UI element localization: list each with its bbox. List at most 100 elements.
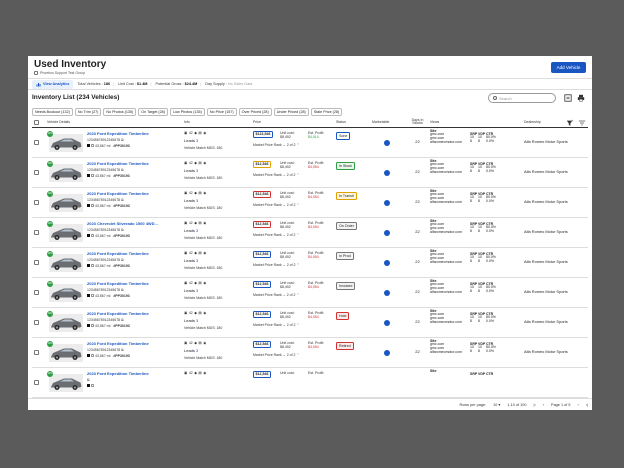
add-vehicle-button[interactable]: Add Vehicle bbox=[551, 62, 586, 73]
leads-count[interactable]: 3 bbox=[196, 198, 198, 203]
price-box[interactable]: $12,546 bbox=[253, 220, 271, 228]
chevron-down-icon[interactable]: ⌄ bbox=[283, 263, 286, 267]
marketable-toggle[interactable] bbox=[384, 199, 390, 206]
leads-count[interactable]: 3 bbox=[196, 138, 198, 143]
vehicle-photo[interactable] bbox=[49, 163, 83, 182]
table-row[interactable]: 13% 2023 Ford Expedition Timberline 123456… bbox=[32, 307, 588, 338]
vehicle-photo[interactable] bbox=[49, 223, 83, 242]
status-badge[interactable]: Sone bbox=[336, 131, 351, 140]
chevron-down-icon[interactable]: ⌄ bbox=[283, 173, 286, 177]
price-box[interactable]: $12,546 bbox=[253, 190, 271, 198]
status-badge[interactable]: On Order bbox=[336, 221, 357, 230]
row-checkbox[interactable] bbox=[34, 229, 39, 235]
last-page-button[interactable]: ›| bbox=[586, 403, 588, 407]
vehicle-name-link[interactable]: 2023 Ford Expedition Timberline bbox=[87, 131, 149, 136]
row-checkbox[interactable] bbox=[34, 379, 39, 385]
export-icon[interactable] bbox=[564, 94, 572, 102]
print-icon[interactable] bbox=[577, 94, 585, 102]
vehicle-photo[interactable] bbox=[49, 193, 83, 212]
vehicle-name-link[interactable]: 2023 Ford Expedition Timberline bbox=[87, 371, 149, 376]
filter-chip[interactable]: Under Priced (28) bbox=[273, 107, 309, 117]
price-box[interactable]: $12,546 bbox=[253, 160, 271, 168]
col-price[interactable]: Price bbox=[252, 118, 335, 128]
leads-count[interactable]: 3 bbox=[196, 288, 198, 293]
marketable-toggle[interactable] bbox=[384, 259, 390, 266]
chevron-up-icon[interactable]: ⌃ bbox=[296, 233, 299, 237]
copy-icon[interactable]: ⧉ bbox=[121, 138, 124, 142]
search-input[interactable]: Search bbox=[488, 93, 556, 103]
vehicle-name-link[interactable]: 2023 Ford Expedition Timberline bbox=[87, 281, 149, 286]
col-days[interactable]: Days In Stocks bbox=[405, 118, 429, 128]
copy-icon[interactable]: ⧉ bbox=[121, 228, 124, 232]
col-vehicle[interactable]: Vehicle Details bbox=[46, 118, 183, 128]
col-status[interactable]: Status bbox=[335, 118, 371, 128]
price-box[interactable]: $12,546 bbox=[253, 250, 271, 258]
vehicle-name-link[interactable]: 2023 Ford Expedition Timberline bbox=[87, 191, 149, 196]
sort-lines-icon[interactable] bbox=[578, 119, 586, 127]
leads-count[interactable]: 3 bbox=[196, 348, 198, 353]
vehicle-photo[interactable] bbox=[49, 343, 83, 362]
table-row[interactable]: 13% 2023 Ford Expedition Timberline ⧉ ▣ 42… bbox=[32, 367, 588, 398]
table-row[interactable]: 13% 2023 Ford Expedition Timberline 123456… bbox=[32, 187, 588, 218]
marketable-toggle[interactable] bbox=[384, 139, 390, 146]
row-checkbox[interactable] bbox=[34, 139, 39, 145]
table-row[interactable]: 13% 2023 Ford Expedition Timberline 123456… bbox=[32, 277, 588, 308]
col-views[interactable]: Views bbox=[429, 118, 469, 128]
status-badge[interactable]: In Prod bbox=[336, 251, 354, 260]
chevron-down-icon[interactable]: ⌄ bbox=[283, 203, 286, 207]
filter-chip[interactable]: Over Priced (28) bbox=[238, 107, 272, 117]
price-box[interactable]: $122,546 bbox=[253, 130, 273, 138]
view-analytics-tab[interactable]: View Analytics bbox=[32, 79, 74, 89]
chevron-down-icon[interactable]: ⌄ bbox=[283, 353, 286, 357]
next-page-button[interactable]: › bbox=[577, 403, 578, 407]
row-checkbox[interactable] bbox=[34, 319, 39, 325]
status-badge[interactable]: Invoiced bbox=[336, 281, 356, 290]
table-row[interactable]: 13% 2023 Ford Expedition Timberline 123456… bbox=[32, 127, 588, 158]
status-badge[interactable]: Hold bbox=[336, 311, 350, 320]
marketable-toggle[interactable] bbox=[384, 319, 390, 326]
marketable-toggle[interactable] bbox=[384, 289, 390, 296]
select-all-checkbox[interactable] bbox=[34, 120, 39, 126]
filter-chip[interactable]: No Photos (135) bbox=[103, 107, 137, 117]
chevron-down-icon[interactable]: ⌄ bbox=[283, 293, 286, 297]
vehicle-name-link[interactable]: 2023 Chevrolet Silverado 1500 4WD... bbox=[87, 221, 158, 226]
filter-chip[interactable]: No Trim (27) bbox=[74, 107, 102, 117]
vehicle-photo[interactable] bbox=[49, 313, 83, 332]
copy-icon[interactable]: ⧉ bbox=[87, 378, 90, 382]
chevron-up-icon[interactable]: ⌃ bbox=[296, 143, 299, 147]
vehicle-name-link[interactable]: 2023 Ford Expedition Timberline bbox=[87, 161, 149, 166]
row-checkbox[interactable] bbox=[34, 349, 39, 355]
status-badge[interactable]: In Transit bbox=[336, 191, 357, 200]
vehicle-name-link[interactable]: 2023 Ford Expedition Timberline bbox=[87, 251, 149, 256]
leads-count[interactable]: 3 bbox=[196, 228, 198, 233]
chevron-up-icon[interactable]: ⌃ bbox=[296, 263, 299, 267]
leads-count[interactable]: 3 bbox=[196, 168, 198, 173]
filter-chip[interactable]: Stale Price (28) bbox=[310, 107, 343, 117]
price-box[interactable]: $12,546 bbox=[253, 310, 271, 318]
copy-icon[interactable]: ⧉ bbox=[121, 168, 124, 172]
copy-icon[interactable]: ⧉ bbox=[121, 258, 124, 262]
vehicle-photo[interactable] bbox=[49, 283, 83, 302]
copy-icon[interactable]: ⧉ bbox=[121, 198, 124, 202]
marketable-toggle[interactable] bbox=[384, 169, 390, 176]
leads-count[interactable]: 3 bbox=[196, 258, 198, 263]
chevron-up-icon[interactable]: ⌃ bbox=[296, 353, 299, 357]
row-checkbox[interactable] bbox=[34, 199, 39, 205]
chevron-up-icon[interactable]: ⌃ bbox=[296, 203, 299, 207]
chevron-down-icon[interactable]: ⌄ bbox=[283, 143, 286, 147]
chevron-up-icon[interactable]: ⌃ bbox=[296, 173, 299, 177]
prev-page-button[interactable]: ‹ bbox=[543, 403, 544, 407]
status-badge[interactable]: Retired bbox=[336, 341, 354, 350]
table-row[interactable]: 13% 2023 Ford Expedition Timberline 123456… bbox=[32, 247, 588, 278]
leads-count[interactable]: 3 bbox=[196, 318, 198, 323]
price-box[interactable]: $12,546 bbox=[253, 280, 271, 288]
filter-chip[interactable]: On Target (28) bbox=[138, 107, 168, 117]
marketable-toggle[interactable] bbox=[384, 349, 390, 356]
chevron-up-icon[interactable]: ⌃ bbox=[296, 293, 299, 297]
vehicle-name-link[interactable]: 2023 Ford Expedition Timberline bbox=[87, 341, 149, 346]
first-page-button[interactable]: |‹ bbox=[534, 403, 536, 407]
price-box[interactable]: $12,546 bbox=[253, 370, 271, 378]
rows-per-page-select[interactable]: 10 ▾ bbox=[493, 402, 500, 407]
filter-add-icon[interactable]: + bbox=[566, 119, 574, 127]
table-row[interactable]: 13% 2023 Ford Expedition Timberline 123456… bbox=[32, 157, 588, 188]
